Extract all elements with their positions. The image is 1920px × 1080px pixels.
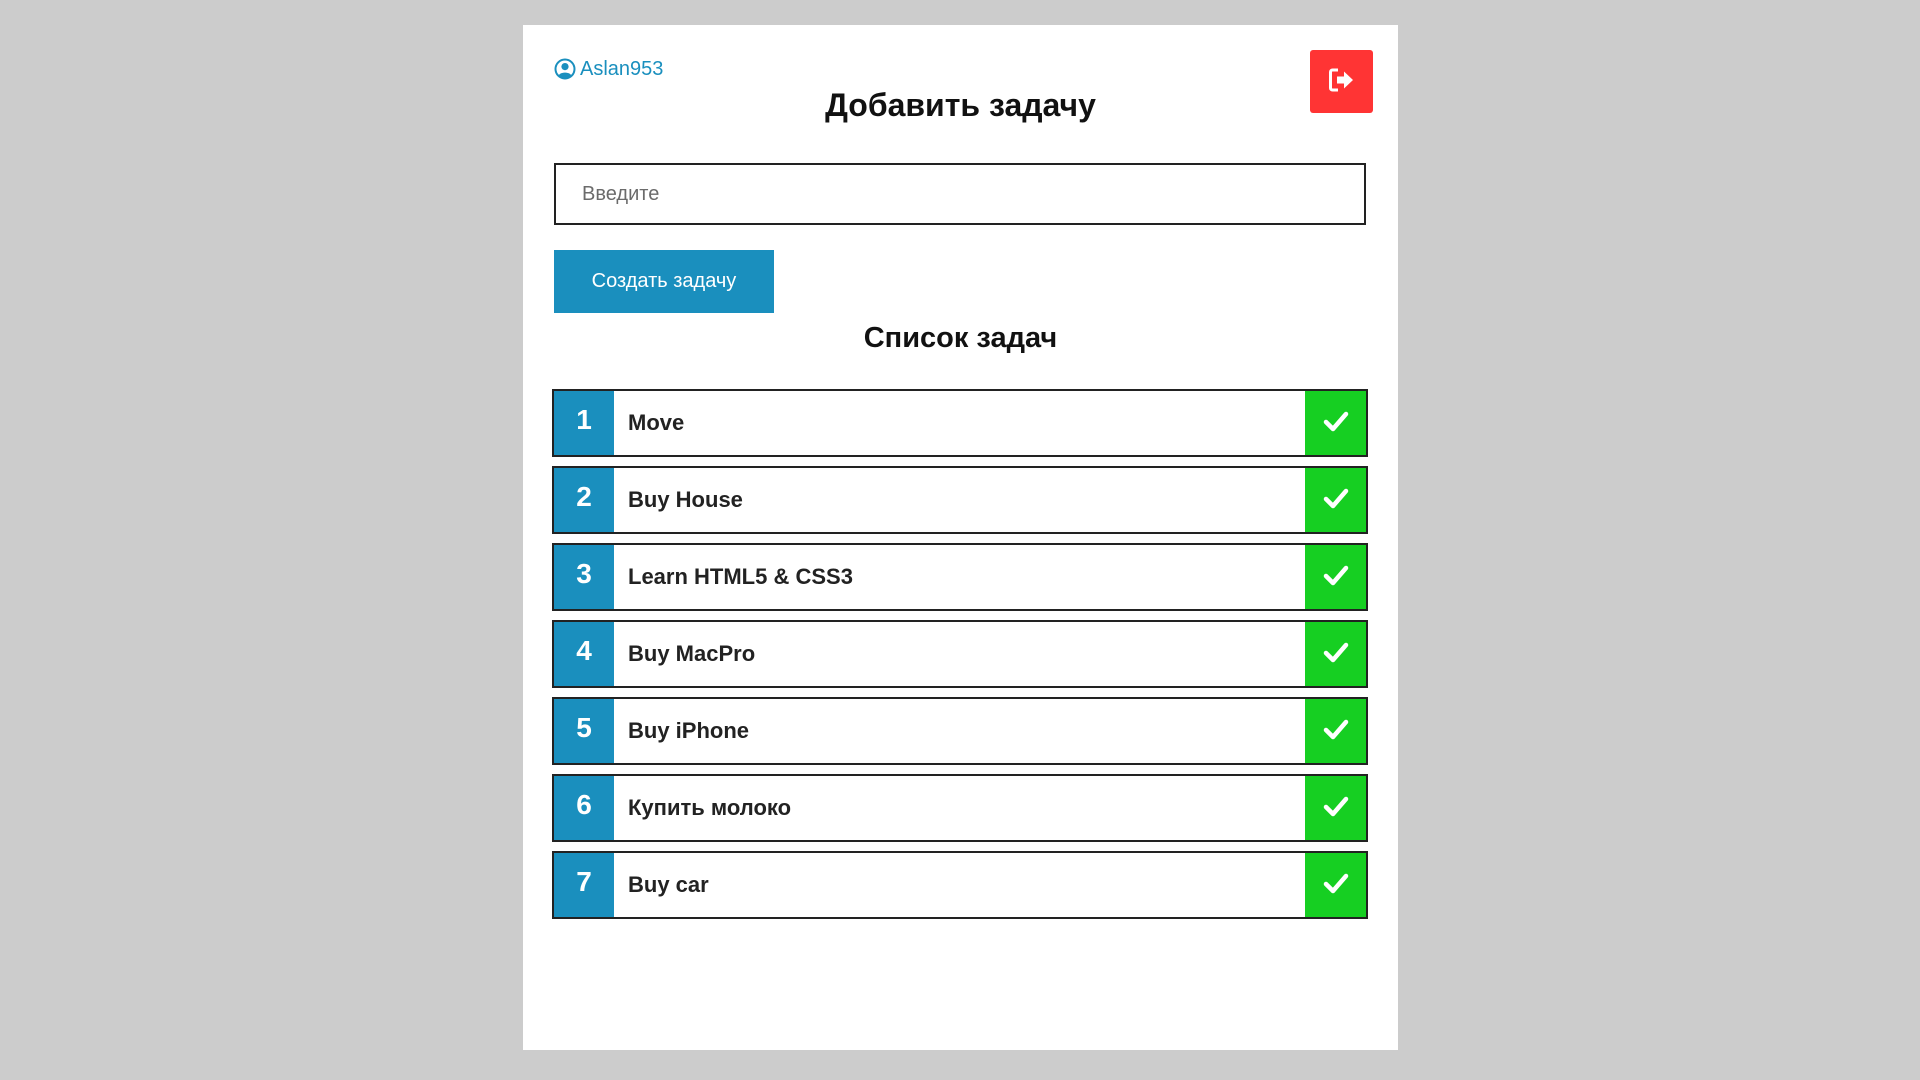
check-icon [1323, 796, 1348, 817]
task-list: 1 Move 2 Buy House 3 Learn HTML5 & CSS3 … [552, 389, 1368, 928]
task-input[interactable] [554, 163, 1366, 225]
task-item: 3 Learn HTML5 & CSS3 [552, 543, 1368, 611]
user-profile-link[interactable]: Aslan953 [554, 57, 663, 81]
complete-task-button[interactable] [1305, 699, 1366, 763]
task-item: 5 Buy iPhone [552, 697, 1368, 765]
check-icon [1323, 411, 1348, 432]
page-title: Добавить задачу [825, 87, 1096, 123]
task-text: Buy iPhone [628, 718, 750, 743]
task-number: 3 [554, 545, 614, 609]
task-item: 4 Buy MacPro [552, 620, 1368, 688]
task-text: Buy car [628, 872, 709, 897]
todo-card: Aslan953 Добавить задачу Создать задачу … [523, 25, 1398, 1050]
task-number: 6 [554, 776, 614, 840]
check-icon [1323, 642, 1348, 663]
task-item: 7 Buy car [552, 851, 1368, 919]
complete-task-button[interactable] [1305, 622, 1366, 686]
complete-task-button[interactable] [1305, 468, 1366, 532]
complete-task-button[interactable] [1305, 776, 1366, 840]
complete-task-button[interactable] [1305, 853, 1366, 917]
task-number: 7 [554, 853, 614, 917]
task-text: Buy MacPro [628, 641, 756, 666]
task-list-title: Список задач [863, 322, 1058, 354]
task-item: 6 Купить молоко [552, 774, 1368, 842]
complete-task-button[interactable] [1305, 545, 1366, 609]
check-icon [1323, 873, 1348, 894]
task-text: Buy House [628, 487, 743, 512]
task-number: 5 [554, 699, 614, 763]
task-item: 1 Move [552, 389, 1368, 457]
complete-task-button[interactable] [1305, 391, 1366, 455]
task-number: 2 [554, 468, 614, 532]
check-icon [1323, 719, 1348, 740]
task-number: 4 [554, 622, 614, 686]
check-icon [1323, 488, 1348, 509]
task-item: 2 Buy House [552, 466, 1368, 534]
task-number: 1 [554, 391, 614, 455]
check-icon [1323, 565, 1348, 586]
task-text: Купить молоко [628, 795, 792, 820]
user-circle-icon [554, 58, 576, 80]
task-text: Move [628, 410, 685, 435]
task-text: Learn HTML5 & CSS3 [628, 564, 853, 589]
create-task-button[interactable]: Создать задачу [554, 250, 774, 313]
username: Aslan953 [580, 58, 664, 80]
